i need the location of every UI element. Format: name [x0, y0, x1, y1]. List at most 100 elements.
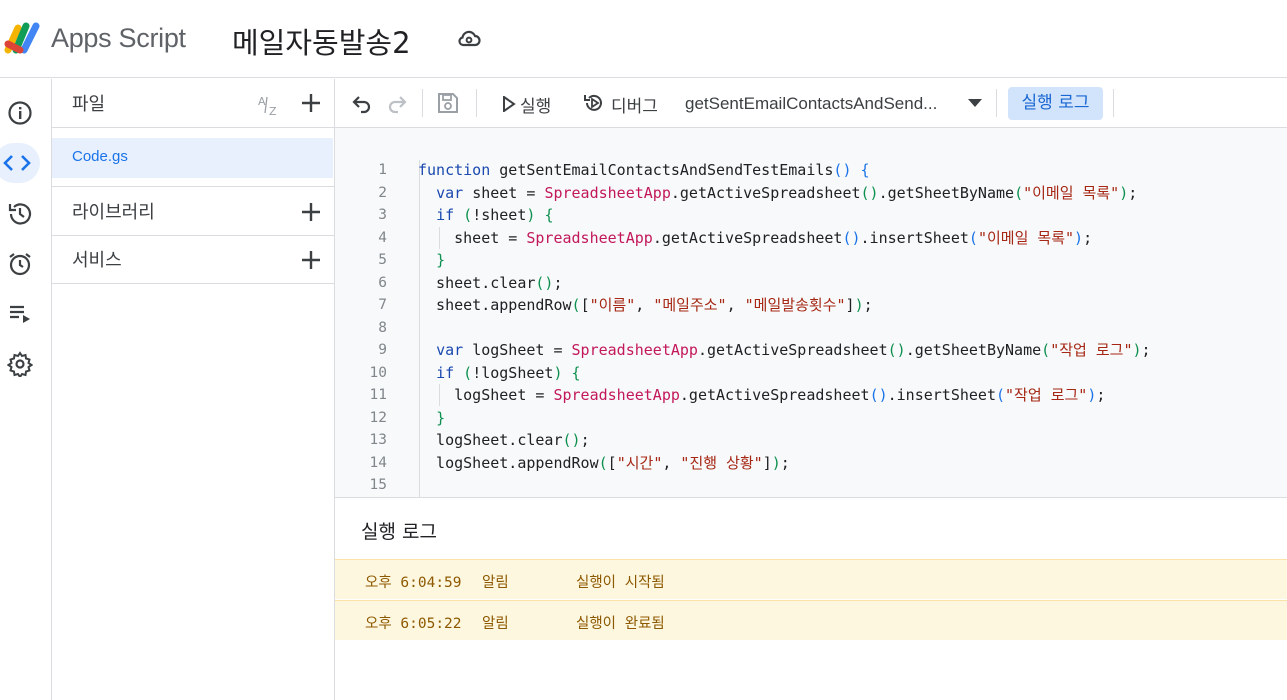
line-number: 2: [378, 184, 387, 201]
line-number: 7: [378, 297, 387, 313]
line-number: 15: [369, 477, 387, 493]
toolbar-divider: [476, 89, 477, 117]
code-line[interactable]: 9 var logSheet = SpreadsheetApp.getActiv…: [335, 339, 1287, 361]
run-button[interactable]: 실행: [500, 79, 570, 128]
overview-nav[interactable]: [0, 93, 40, 133]
sort-az-icon[interactable]: A Z: [257, 93, 283, 117]
top-bar: Apps Script 메일자동발송2: [0, 0, 1287, 78]
execution-log-panel: 실행 로그 오후 6:04:59 알림 실행이 시작됨 오후 6:05:22 알…: [335, 499, 1287, 700]
log-message: 실행이 시작됨: [576, 575, 665, 591]
code-line[interactable]: 15: [335, 474, 1287, 496]
play-icon: [503, 96, 516, 112]
code-line[interactable]: 2 var sheet = SpreadsheetApp.getActiveSp…: [335, 182, 1287, 204]
line-number: 9: [378, 342, 387, 358]
settings-nav[interactable]: [0, 344, 40, 384]
line-number: 11: [369, 387, 387, 403]
alarm-icon: [9, 253, 31, 276]
log-message: 실행이 완료됨: [576, 616, 665, 632]
save-icon[interactable]: [436, 91, 460, 115]
log-time: 오후 6:05:22: [365, 616, 462, 632]
editor-toolbar: 실행 디버그 getSentEmailContactsAndSend... 실행…: [335, 79, 1287, 128]
log-entry: 오후 6:04:59 알림 실행이 시작됨: [335, 559, 1287, 599]
libraries-section: 라이브러리: [52, 186, 335, 236]
file-name: Code.gs: [72, 148, 128, 165]
log-time: 오후 6:04:59: [365, 575, 462, 591]
code-line[interactable]: 11 logSheet = SpreadsheetApp.getActiveSp…: [335, 384, 1287, 406]
left-nav-rail: [0, 79, 52, 700]
triggers-nav[interactable]: [0, 244, 40, 284]
code-line[interactable]: 6 sheet.clear();: [335, 272, 1287, 294]
code-line[interactable]: 1 function getSentEmailContactsAndSendTes…: [335, 159, 1287, 181]
execution-log-title: 실행 로그: [361, 521, 437, 543]
code-text: if (!sheet) {: [436, 206, 554, 224]
add-file-icon[interactable]: [299, 91, 323, 115]
libraries-label: 라이브러리: [72, 202, 155, 223]
function-select-value: getSentEmailContactsAndSend...: [685, 94, 938, 113]
executions-nav[interactable]: [0, 294, 40, 334]
settings-icon: [7, 351, 33, 377]
line-number: 10: [369, 364, 387, 381]
code-line[interactable]: 10 if (!logSheet) {: [335, 362, 1287, 384]
project-title[interactable]: 메일자동발송2: [232, 20, 411, 62]
code-icon: [3, 155, 31, 171]
code-editor[interactable]: 1 function getSentEmailContactsAndSendTes…: [335, 128, 1287, 498]
line-number: 5: [378, 252, 387, 268]
undo-icon[interactable]: [350, 91, 374, 115]
code-line[interactable]: 7 sheet.appendRow(["이름", "메일주소", "메일발송횟수…: [335, 294, 1287, 316]
chevron-down-icon: [968, 99, 982, 107]
debug-button[interactable]: 디버그: [583, 79, 669, 128]
code-line[interactable]: 4 sheet = SpreadsheetApp.getActiveSpread…: [335, 227, 1287, 249]
code-text: }: [436, 408, 446, 427]
svg-text:A: A: [258, 95, 266, 108]
code-text: logSheet.clear();: [418, 431, 590, 449]
code-text: sheet = SpreadsheetApp.getActiveSpreadsh…: [418, 228, 1093, 247]
cloud-saved-icon: [458, 30, 481, 47]
redo-icon[interactable]: [385, 91, 409, 115]
code-line[interactable]: 13 logSheet.clear();: [335, 429, 1287, 451]
line-number: 12: [369, 409, 387, 426]
line-number: 14: [369, 454, 387, 471]
line-number: 6: [378, 274, 387, 291]
code-text: logSheet = SpreadsheetApp.getActiveSprea…: [418, 386, 1106, 404]
debug-icon: [584, 94, 602, 111]
code-text: if (!logSheet) {: [436, 363, 581, 382]
services-section: 서비스: [52, 236, 335, 284]
files-title: 파일: [72, 94, 106, 115]
line-number: 1: [378, 162, 387, 178]
history-nav[interactable]: [0, 194, 40, 234]
file-item-code-gs[interactable]: Code.gs: [52, 138, 333, 178]
history-icon: [8, 203, 32, 225]
info-icon: [8, 101, 32, 125]
log-level: 알림: [482, 616, 509, 632]
debug-label: 디버그: [611, 97, 658, 117]
editor-nav[interactable]: [0, 143, 40, 183]
services-label: 서비스: [72, 250, 122, 271]
code-line[interactable]: 3 if (!sheet) {: [335, 204, 1287, 226]
files-header: 파일 A Z: [52, 79, 335, 128]
toolbar-divider: [1113, 89, 1114, 117]
function-select[interactable]: getSentEmailContactsAndSend...: [685, 79, 985, 128]
code-line[interactable]: 14 logSheet.appendRow(["시간", "진행 상황"]);: [335, 452, 1287, 474]
code-text: sheet.appendRow(["이름", "메일주소", "메일발송횟수"]…: [418, 296, 873, 314]
line-number: 13: [369, 432, 387, 448]
code-line[interactable]: 8: [335, 317, 1287, 339]
toolbar-divider: [422, 89, 423, 117]
code-line[interactable]: 12 }: [335, 407, 1287, 429]
code-line[interactable]: 5 }: [335, 249, 1287, 271]
code-text: var logSheet = SpreadsheetApp.getActiveS…: [436, 341, 1151, 359]
svg-text:Z: Z: [269, 105, 277, 117]
line-number: 3: [378, 207, 387, 223]
apps-script-logo-icon[interactable]: [4, 20, 44, 54]
add-service-icon[interactable]: [299, 248, 323, 272]
add-library-icon[interactable]: [299, 200, 323, 224]
code-text: logSheet.appendRow(["시간", "진행 상황"]);: [418, 453, 790, 472]
code-text: function getSentEmailContactsAndSendTest…: [418, 161, 870, 179]
line-number: 4: [378, 229, 387, 246]
run-label: 실행: [520, 97, 552, 117]
files-panel: 파일 A Z Code.gs 라이브러리 서비스: [52, 79, 335, 700]
log-entry: 오후 6:05:22 알림 실행이 완료됨: [335, 600, 1287, 640]
execution-log-button[interactable]: 실행 로그: [1008, 87, 1103, 120]
code-text: sheet.clear();: [418, 273, 563, 292]
executions-icon: [10, 305, 30, 323]
app-name[interactable]: Apps Script: [51, 23, 186, 54]
